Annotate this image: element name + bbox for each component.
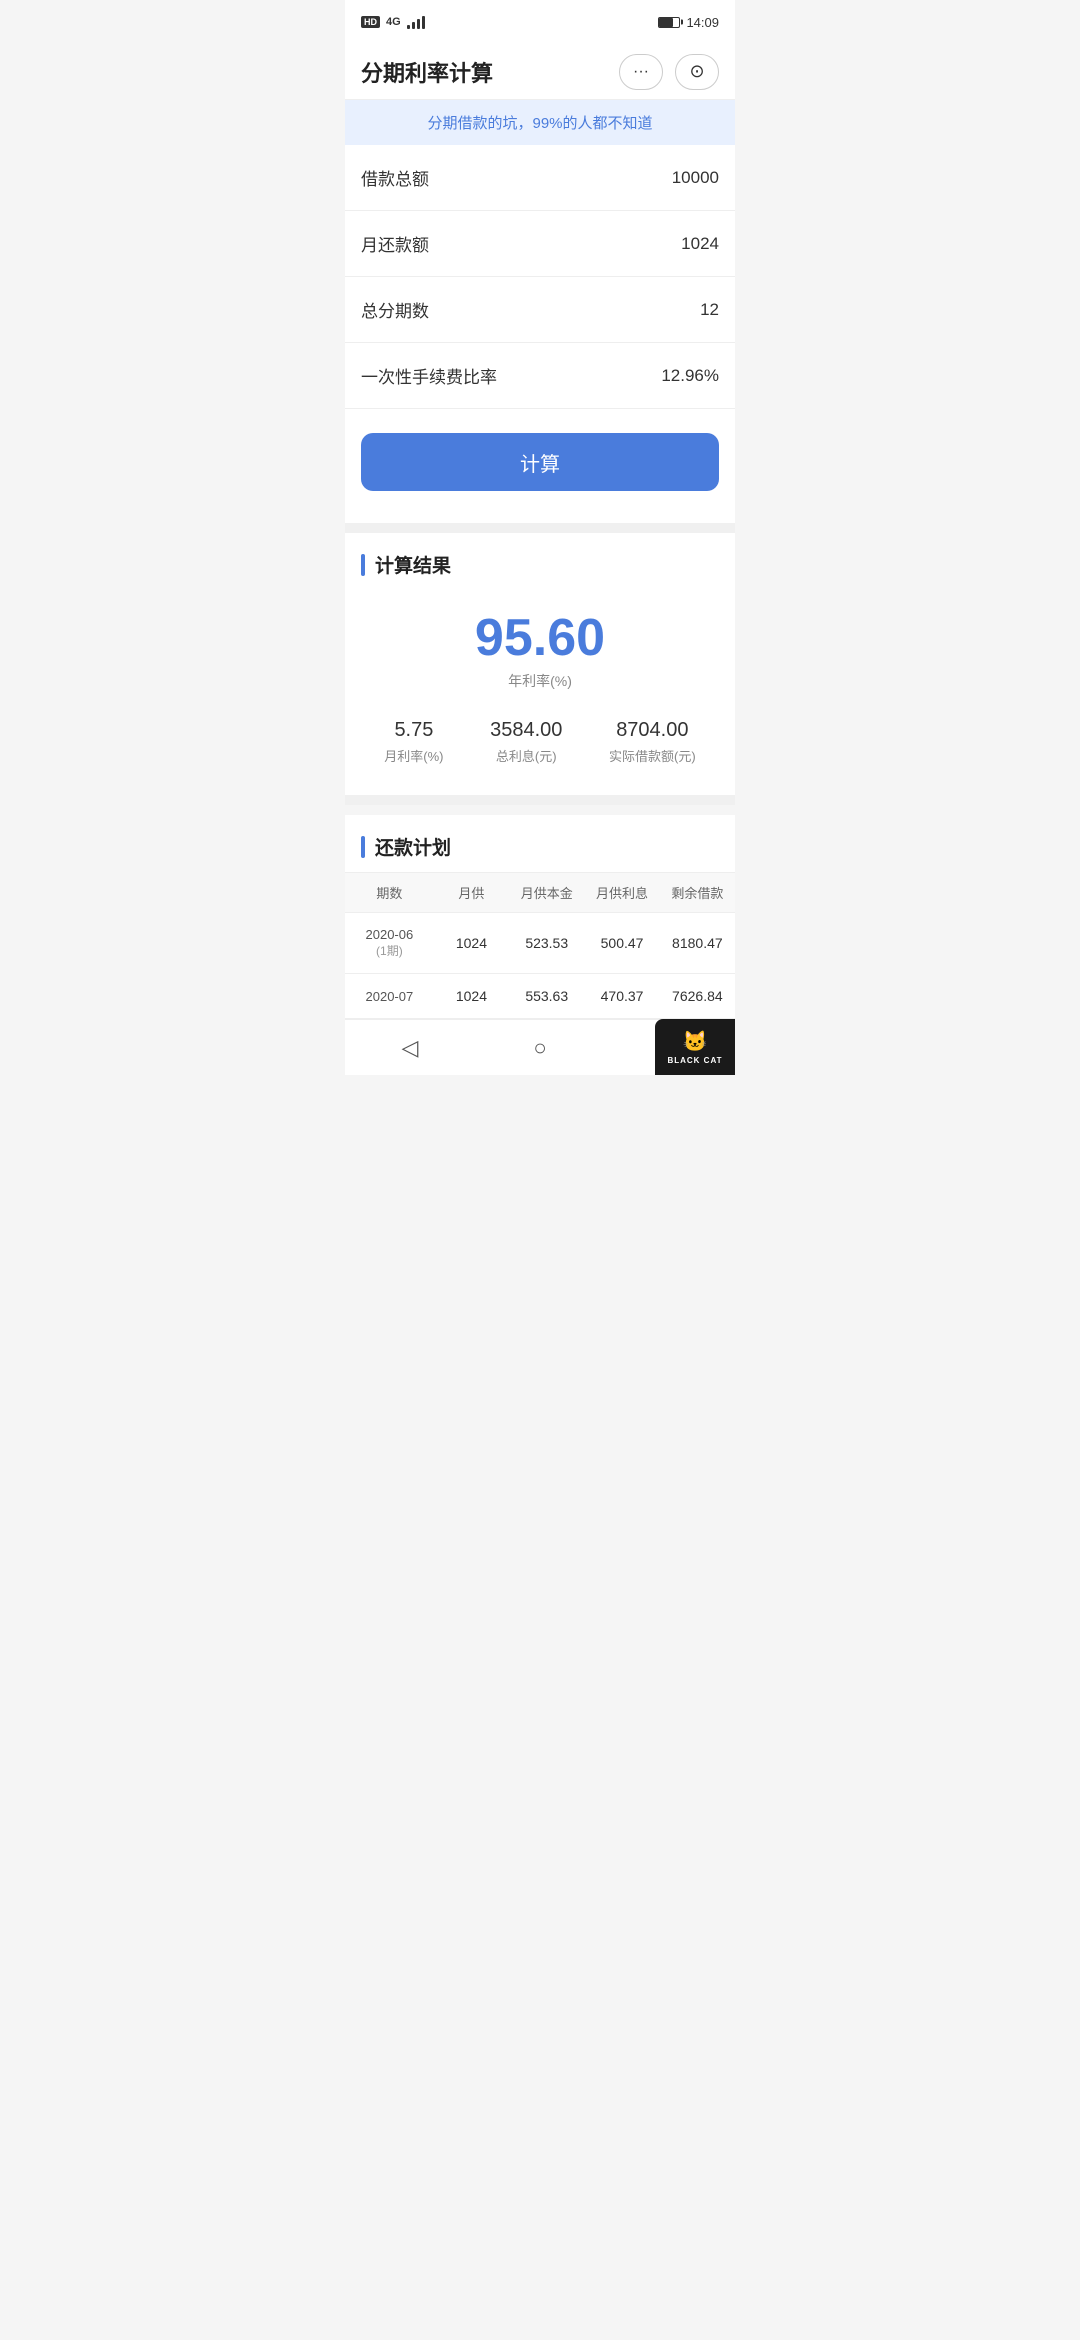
signal-bar-2	[412, 22, 415, 29]
cell-principal-1: 523.53	[509, 921, 584, 965]
installments-label: 总分期数	[361, 297, 429, 322]
watermark-text: BLACK CAT	[667, 1056, 722, 1065]
monthly-rate-label: 月利率(%)	[384, 746, 443, 765]
page-title: 分期利率计算	[361, 56, 493, 88]
main-result: 95.60 年利率(%)	[361, 594, 719, 699]
sub-results: 5.75 月利率(%) 3584.00 总利息(元) 8704.00 实际借款额…	[361, 699, 719, 775]
monthly-payment-value[interactable]: 1024	[681, 234, 719, 254]
record-button[interactable]: ⊙	[675, 54, 719, 90]
toolbar: 分期利率计算 ··· ⊙	[345, 44, 735, 100]
cell-monthly-1: 1024	[434, 921, 509, 965]
status-time: 14:09	[686, 15, 719, 30]
period-date-1: 2020-06	[349, 927, 430, 942]
plan-header-accent	[361, 836, 365, 858]
table-row: 2020-06 (1期) 1024 523.53 500.47 8180.47	[345, 913, 735, 974]
installments-value[interactable]: 12	[700, 300, 719, 320]
annual-rate-label: 年利率(%)	[361, 671, 719, 691]
loan-amount-label: 借款总额	[361, 165, 429, 190]
more-icon: ···	[633, 63, 649, 81]
cell-period-2: 2020-07	[345, 975, 434, 1018]
cell-remaining-2: 7626.84	[660, 974, 735, 1018]
form-row-monthly-payment[interactable]: 月还款额 1024	[345, 211, 735, 277]
more-button[interactable]: ···	[619, 54, 663, 90]
record-icon: ⊙	[689, 61, 704, 82]
form-row-installments[interactable]: 总分期数 12	[345, 277, 735, 343]
cell-remaining-1: 8180.47	[660, 921, 735, 965]
results-section: 计算结果 95.60 年利率(%) 5.75 月利率(%) 3584.00 总利…	[345, 533, 735, 795]
calculate-button[interactable]: 计算	[361, 433, 719, 491]
signal-bars	[407, 15, 425, 29]
cell-interest-1: 500.47	[584, 921, 659, 965]
results-title: 计算结果	[375, 551, 451, 578]
form-row-loan-amount[interactable]: 借款总额 10000	[345, 145, 735, 211]
signal-bar-3	[417, 19, 420, 29]
banner-text: 分期借款的坑，99%的人都不知道	[427, 115, 652, 132]
col-header-monthly: 月供	[434, 873, 509, 912]
actual-loan-value: 8704.00	[609, 719, 696, 742]
results-header-accent	[361, 554, 365, 576]
hd-badge: HD	[361, 16, 380, 28]
plan-title: 还款计划	[375, 833, 451, 860]
signal-bar-1	[407, 25, 410, 29]
fee-rate-label: 一次性手续费比率	[361, 363, 497, 388]
col-header-interest: 月供利息	[584, 873, 659, 912]
watermark: 🐱 BLACK CAT	[655, 1019, 735, 1075]
back-button[interactable]: ◁	[390, 1028, 430, 1068]
cell-interest-2: 470.37	[584, 974, 659, 1018]
col-header-principal: 月供本金	[509, 873, 584, 912]
results-header: 计算结果	[361, 533, 719, 594]
battery-fill	[659, 18, 673, 27]
toolbar-actions: ··· ⊙	[619, 54, 719, 90]
monthly-payment-label: 月还款额	[361, 231, 429, 256]
table-header-row: 期数 月供 月供本金 月供利息 剩余借款	[345, 872, 735, 913]
home-button[interactable]: ○	[520, 1028, 560, 1068]
total-interest-item: 3584.00 总利息(元)	[490, 719, 562, 765]
cell-principal-2: 553.63	[509, 974, 584, 1018]
battery-icon	[658, 17, 680, 28]
period-num-1: (1期)	[349, 942, 430, 959]
section-divider-1	[345, 523, 735, 533]
section-divider-2	[345, 795, 735, 805]
table-row: 2020-07 1024 553.63 470.37 7626.84	[345, 974, 735, 1019]
plan-section: 还款计划 期数 月供 月供本金 月供利息 剩余借款 2020-06 (1期) 1…	[345, 815, 735, 1019]
col-header-remaining: 剩余借款	[660, 873, 735, 912]
home-icon: ○	[533, 1035, 546, 1061]
annual-rate-value: 95.60	[361, 610, 719, 667]
bottom-nav: ◁ ○ □ 🐱 BLACK CAT	[345, 1019, 735, 1075]
total-interest-value: 3584.00	[490, 719, 562, 742]
info-banner[interactable]: 分期借款的坑，99%的人都不知道	[345, 100, 735, 145]
loan-amount-value[interactable]: 10000	[672, 168, 719, 188]
col-header-period: 期数	[345, 873, 434, 912]
fee-rate-value[interactable]: 12.96%	[661, 366, 719, 386]
status-right: 14:09	[658, 15, 719, 30]
cell-monthly-2: 1024	[434, 974, 509, 1018]
form-section: 借款总额 10000 月还款额 1024 总分期数 12 一次性手续费比率 12…	[345, 145, 735, 409]
repayment-table: 期数 月供 月供本金 月供利息 剩余借款 2020-06 (1期) 1024 5…	[345, 872, 735, 1019]
plan-header: 还款计划	[345, 815, 735, 872]
network-badge: 4G	[386, 16, 401, 28]
total-interest-label: 总利息(元)	[490, 746, 562, 765]
actual-loan-item: 8704.00 实际借款额(元)	[609, 719, 696, 765]
back-icon: ◁	[402, 1035, 419, 1061]
cat-icon: 🐱	[683, 1029, 708, 1054]
actual-loan-label: 实际借款额(元)	[609, 746, 696, 765]
status-bar: HD 4G 14:09	[345, 0, 735, 44]
form-row-fee-rate[interactable]: 一次性手续费比率 12.96%	[345, 343, 735, 409]
cell-period-1: 2020-06 (1期)	[345, 913, 434, 973]
period-date-2: 2020-07	[349, 989, 430, 1004]
monthly-rate-value: 5.75	[384, 719, 443, 742]
signal-bar-4	[422, 16, 425, 29]
calc-btn-wrap: 计算	[345, 409, 735, 523]
monthly-rate-item: 5.75 月利率(%)	[384, 719, 443, 765]
status-left: HD 4G	[361, 15, 425, 29]
